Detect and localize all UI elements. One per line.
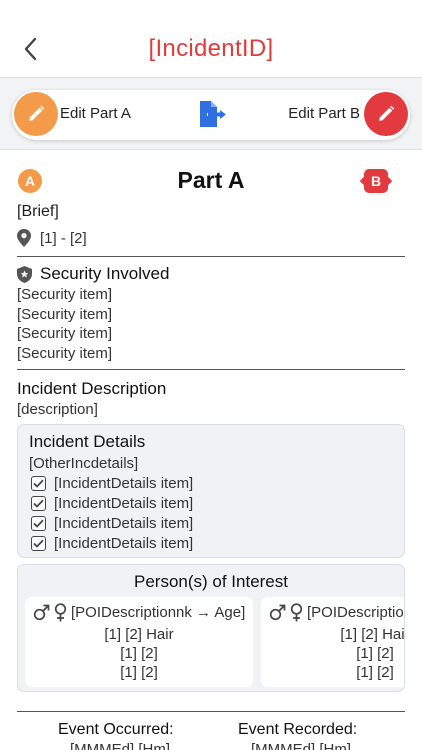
header-bar: [IncidentID]	[0, 0, 422, 78]
edit-part-a-button[interactable]	[14, 92, 58, 136]
edit-part-b-button[interactable]	[364, 92, 408, 136]
edit-pill: Edit Part A Edit Part B	[12, 90, 410, 140]
security-item: [Security item]	[17, 305, 113, 323]
poi-description: [POIDescriptionnk → Age]	[71, 604, 246, 621]
incident-detail-label: [IncidentDetails item]	[54, 495, 194, 512]
poi-description-row: [POIDescriptionnk → Age]	[269, 603, 404, 622]
incident-detail-item: [IncidentDetails item]	[31, 475, 193, 492]
edit-part-b-label[interactable]: Edit Part B	[288, 105, 360, 122]
divider	[17, 256, 405, 257]
incident-details-heading: Incident Details	[29, 432, 146, 451]
poi-hair: [1] [2] Hair	[104, 626, 174, 643]
female-icon	[54, 603, 67, 622]
divider	[17, 369, 405, 370]
incident-detail-label: [IncidentDetails item]	[54, 515, 194, 532]
pencil-icon	[379, 105, 395, 121]
security-heading: Security Involved	[17, 264, 169, 284]
event-occurred-label: Event Occurred:	[58, 721, 174, 738]
checkbox-icon[interactable]	[31, 536, 46, 551]
location-row: [1] - [2]	[17, 229, 87, 247]
security-item: [Security item]	[17, 325, 113, 342]
security-list: [Security item] [Security item] [Securit…	[17, 286, 112, 364]
female-icon	[290, 603, 303, 622]
incident-detail-item: [IncidentDetails item]	[31, 515, 193, 532]
event-recorded-value: [MMMEd] [Hm]	[251, 741, 351, 750]
poi-description-row: [POIDescriptionnk → Age]	[33, 603, 245, 622]
incident-detail-item: [IncidentDetails item]	[31, 495, 193, 512]
part-b-badge[interactable]: B	[364, 169, 388, 193]
description-text: [description]	[17, 401, 98, 418]
edit-part-a-label[interactable]: Edit Part A	[60, 105, 131, 122]
location-pin-icon	[17, 229, 31, 247]
description-heading: Incident Description	[17, 379, 167, 398]
location-text: [1] - [2]	[40, 229, 87, 247]
event-recorded-label: Event Recorded:	[238, 721, 358, 738]
edit-toolbar: Edit Part A Edit Part B	[0, 78, 422, 150]
checkbox-icon[interactable]	[31, 496, 46, 511]
poi-item[interactable]: [POIDescriptionnk → Age] [1] [2] Hair [1…	[261, 597, 405, 687]
incident-details-card: Incident Details [OtherIncdetails] [Inci…	[17, 424, 405, 558]
page-title: [IncidentID]	[148, 35, 274, 62]
shield-icon	[17, 265, 32, 283]
security-item: [Security item]	[17, 286, 113, 303]
male-icon	[269, 604, 286, 621]
divider	[17, 711, 405, 712]
incident-detail-item: [IncidentDetails item]	[31, 535, 193, 552]
poi-detail: [1] [2]	[356, 664, 394, 681]
checkbox-icon[interactable]	[31, 516, 46, 531]
male-icon	[33, 604, 50, 621]
poi-detail: [1] [2]	[356, 645, 394, 662]
security-item: [Security item]	[17, 344, 113, 362]
brief-text: [Brief]	[17, 203, 59, 220]
incident-detail-label: [IncidentDetails item]	[54, 535, 194, 552]
poi-detail: [1] [2]	[120, 664, 158, 681]
pencil-icon	[29, 105, 45, 121]
poi-description: [POIDescriptionnk → Age]	[307, 604, 404, 621]
transfer-button[interactable]	[198, 100, 228, 133]
other-incident-details: [OtherIncdetails]	[29, 455, 139, 472]
poi-heading: Person(s) of Interest	[133, 572, 288, 591]
poi-item[interactable]: [POIDescriptionnk → Age] [1] [2] Hair [1…	[25, 597, 253, 687]
poi-hair: [1] [2] Hair	[340, 626, 405, 643]
incident-detail-label: [IncidentDetails item]	[54, 475, 194, 492]
security-heading-text: Security Involved	[40, 264, 170, 283]
checkbox-icon[interactable]	[31, 476, 46, 491]
persons-of-interest-card: Person(s) of Interest [POIDescriptionnk …	[17, 564, 405, 692]
event-occurred-value: [MMMEd] [Hm]	[70, 741, 170, 750]
poi-detail: [1] [2]	[120, 645, 158, 662]
transfer-icon	[200, 101, 226, 127]
